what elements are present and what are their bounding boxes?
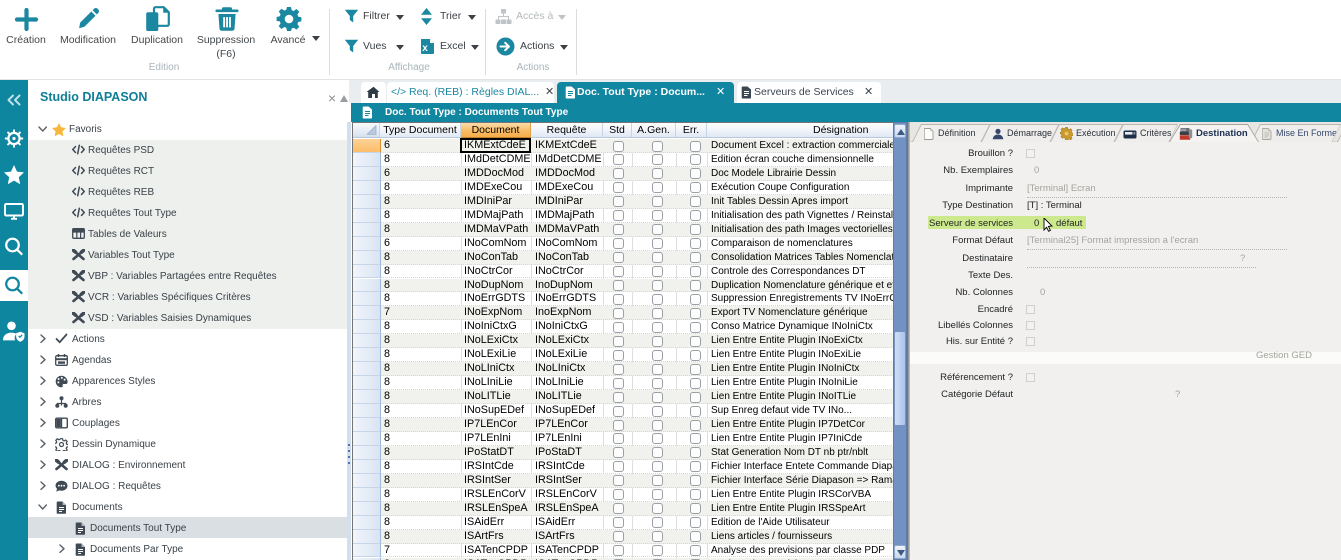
svg-text:x: x — [422, 43, 428, 54]
